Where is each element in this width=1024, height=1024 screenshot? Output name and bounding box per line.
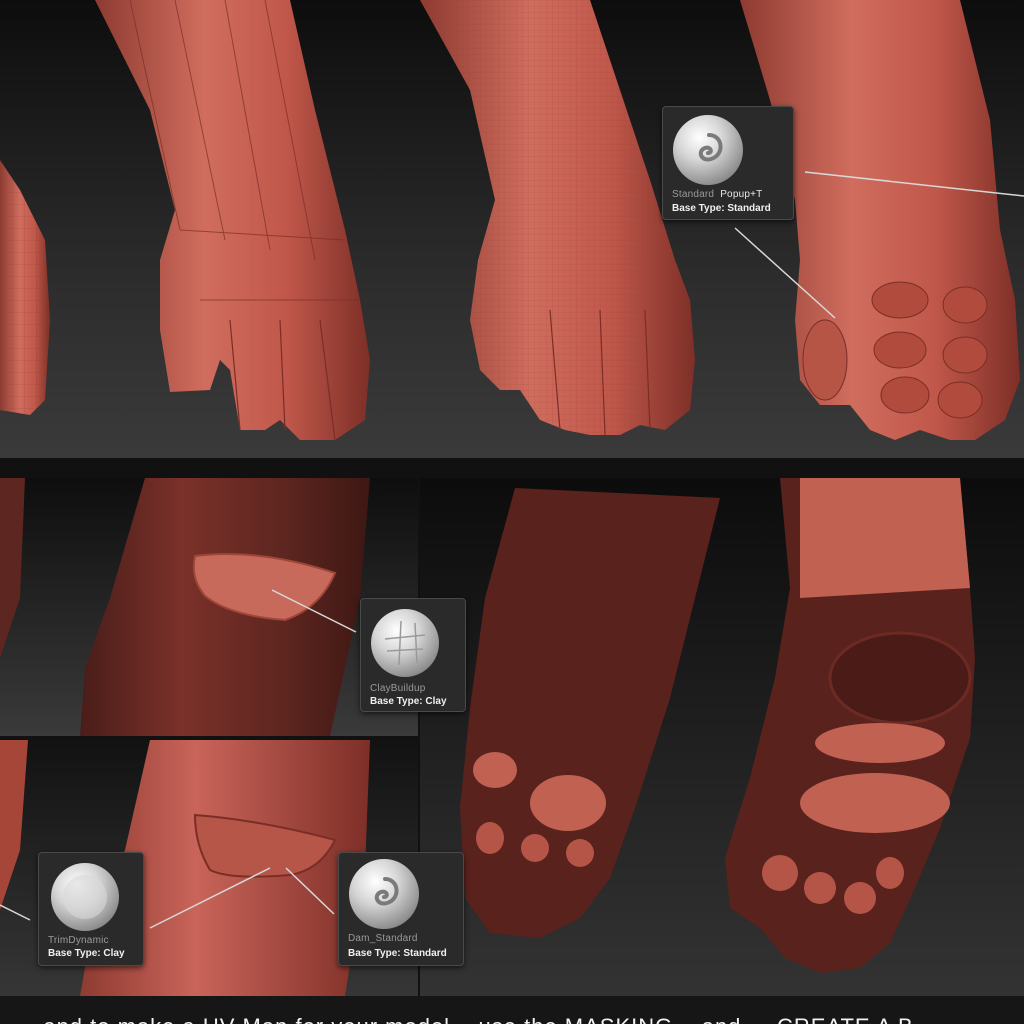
final-hand-panel: [420, 478, 1024, 996]
flat-brush-icon: [51, 863, 119, 931]
brush-type-standard: Base Type: Standard: [672, 203, 771, 214]
brush-popup-trimdynamic[interactable]: TrimDynamic Base Type: Clay: [38, 852, 144, 966]
caption-text: ...and to make a UV Map for your model..…: [22, 1014, 935, 1024]
brush-type-dam-standard: Base Type: Standard: [348, 948, 447, 959]
brush-name-dam-standard: Dam_Standard: [348, 933, 418, 944]
final-hand-canvas: [420, 478, 1024, 996]
brush-popup-claybuildup[interactable]: ClayBuildup Base Type: Clay: [360, 598, 466, 712]
brush-hotkey: Popup+T: [720, 189, 763, 200]
top-sculpt-panel: [0, 0, 1024, 458]
caption-bar: ...and to make a UV Map for your model..…: [0, 996, 1024, 1024]
swirl-brush-icon: [673, 115, 743, 185]
brush-name-claybuildup: ClayBuildup: [370, 683, 426, 694]
clay-detail-canvas: [0, 478, 418, 736]
swirl-brush-icon: [349, 859, 419, 929]
brush-popup-standard[interactable]: Standard Popup+T Base Type: Standard: [662, 106, 794, 220]
brush-type-claybuildup: Base Type: Clay: [370, 696, 447, 707]
top-sculpt-canvas: [0, 0, 1024, 458]
clay-brush-icon: [371, 609, 439, 677]
brush-type-trimdynamic: Base Type: Clay: [48, 948, 125, 959]
brush-popup-dam-standard[interactable]: Dam_Standard Base Type: Standard: [338, 852, 464, 966]
brush-name-trimdynamic: TrimDynamic: [48, 935, 109, 946]
brush-name-standard: Standard Popup+T: [672, 189, 763, 200]
clay-detail-panel: [0, 478, 418, 736]
